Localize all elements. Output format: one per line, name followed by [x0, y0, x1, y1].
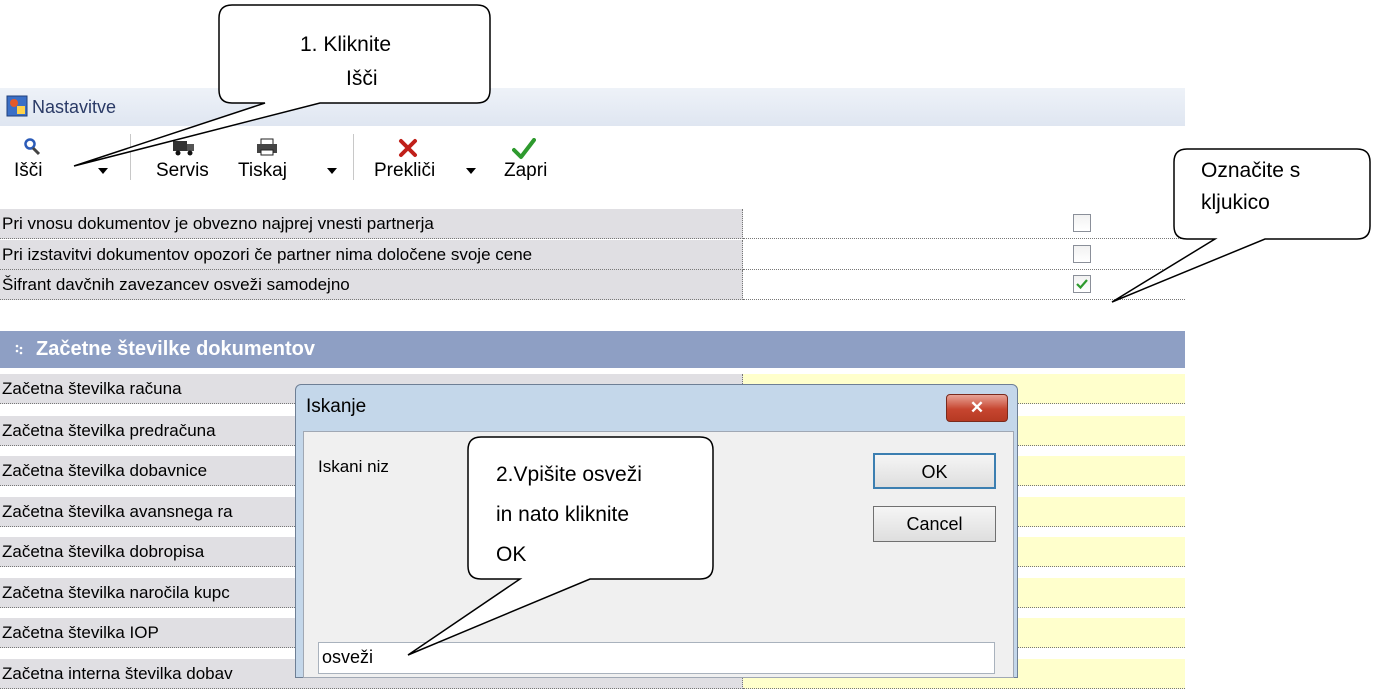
callout-check-text-line1: Označite s: [1201, 159, 1301, 182]
callout-2-text-line2: in nato kliknite: [496, 503, 630, 526]
callout-2-text-line3: OK: [496, 543, 527, 566]
callout-1-text-line1: 1. Kliknite: [300, 33, 392, 56]
callout-check-text-line2: kljukico: [1201, 191, 1270, 214]
callout-2-text-line1: 2.Vpišite osveži: [496, 463, 642, 486]
callout-1-text-line2: Išči: [346, 67, 378, 90]
callout-1-bubble: [73, 4, 491, 167]
callout-overlay: [73, 4, 1371, 656]
